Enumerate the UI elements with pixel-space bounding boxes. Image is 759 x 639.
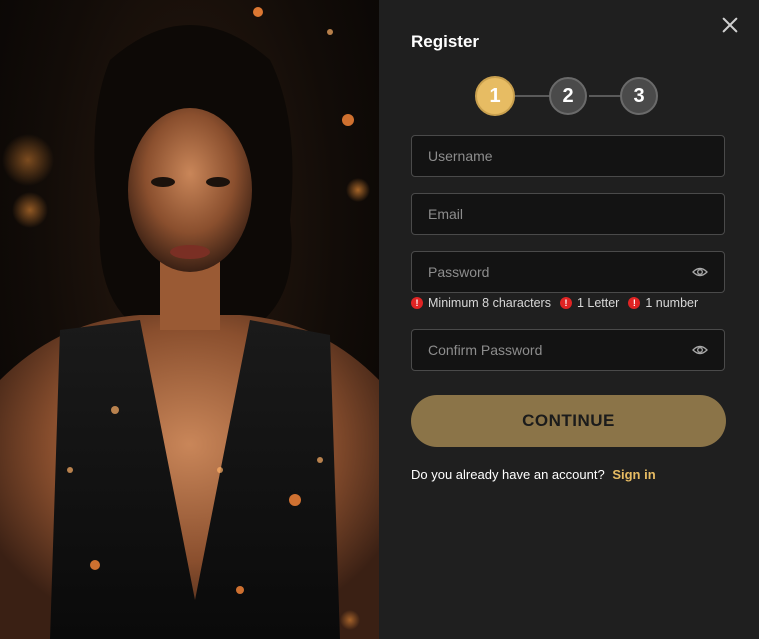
eye-icon[interactable]	[692, 266, 708, 278]
error-icon: !	[559, 297, 572, 309]
register-modal: Register 1 2 3 ! Minimum 8 characters	[0, 0, 759, 639]
step-3: 3	[620, 77, 658, 115]
password-rule: ! 1 number	[628, 296, 698, 310]
register-panel: Register 1 2 3 ! Minimum 8 characters	[379, 0, 759, 639]
error-icon: !	[628, 297, 641, 309]
account-prompt-text: Do you already have an account?	[411, 467, 605, 482]
sign-in-prompt: Do you already have an account? Sign in	[411, 467, 656, 482]
portrait-illustration	[0, 7, 379, 639]
username-input[interactable]	[428, 148, 708, 164]
sign-in-link[interactable]: Sign in	[612, 467, 655, 482]
step-indicator: 1 2 3	[475, 76, 659, 116]
step-1-active: 1	[475, 76, 515, 116]
hero-image	[0, 0, 379, 639]
continue-button[interactable]: CONTINUE	[411, 395, 726, 447]
username-field	[411, 135, 725, 177]
step-2: 2	[549, 77, 587, 115]
step-connector	[589, 95, 621, 97]
email-field	[411, 193, 725, 235]
eye-icon[interactable]	[692, 344, 708, 356]
password-field	[411, 251, 725, 293]
register-title: Register	[411, 32, 480, 51]
password-rule: ! 1 Letter	[559, 296, 620, 310]
password-input[interactable]	[428, 264, 692, 280]
rule-label: 1 Letter	[576, 296, 620, 310]
close-icon[interactable]	[720, 15, 740, 35]
rule-label: 1 number	[645, 296, 699, 310]
rule-label: Minimum 8 characters	[428, 296, 551, 310]
password-rule: ! Minimum 8 characters	[411, 296, 551, 310]
confirm-password-input[interactable]	[428, 342, 692, 358]
email-input[interactable]	[428, 206, 708, 222]
password-requirements: ! Minimum 8 characters ! 1 Letter ! 1 nu…	[411, 296, 707, 310]
confirm-password-field	[411, 329, 725, 371]
error-icon: !	[411, 297, 423, 309]
